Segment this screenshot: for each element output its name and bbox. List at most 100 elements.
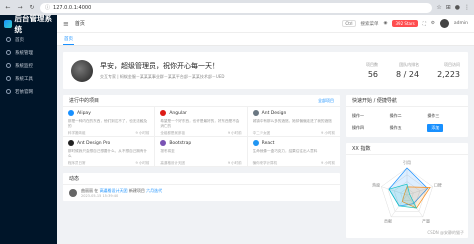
activity-body: 曲丽丽 在 高逼格设计天团 新建项目 六月迭代 2023-05-15 15:39… bbox=[81, 188, 162, 198]
menu-toggle-icon[interactable]: ≡ bbox=[63, 20, 69, 28]
url-text: 127.0.0.1:4000 bbox=[53, 4, 92, 11]
project-name[interactable]: Ant Design Pro bbox=[77, 141, 110, 146]
sidebar-item-website[interactable]: 若依官网 bbox=[0, 85, 57, 98]
radar-axis-label: 热度 bbox=[372, 181, 380, 187]
username[interactable]: admin bbox=[454, 21, 468, 26]
quick-link[interactable]: 操作二 bbox=[390, 112, 425, 120]
watermark: CSDN @安静的猫子 bbox=[427, 230, 464, 235]
quick-link[interactable]: 操作四 bbox=[352, 124, 387, 132]
project-name[interactable]: Alipay bbox=[77, 111, 91, 116]
forward-icon[interactable]: → bbox=[16, 4, 24, 12]
project-team[interactable]: 全组都是吴彦祖 bbox=[160, 131, 185, 136]
project-team[interactable]: 高逼格设计天团 bbox=[160, 161, 185, 166]
all-projects-link[interactable]: 全部项目 bbox=[318, 98, 334, 104]
radar-axis-label: 引用 bbox=[403, 159, 411, 165]
sidebar-item-monitor[interactable]: 系统监控 bbox=[0, 59, 57, 72]
app: 后台管理系统 首页 系统管理 系统监控 系统工具 若依官网 ≡ 首页 Ctrl … bbox=[0, 14, 474, 244]
shortcut-key: Ctrl bbox=[342, 20, 356, 27]
project-header: Ant Design Pro bbox=[68, 140, 149, 146]
quick-nav-list: 操作一 操作二 操作三 操作四 操作五 添加 bbox=[346, 107, 468, 137]
projects-title: 进行中的项目 bbox=[69, 98, 100, 104]
avatar[interactable] bbox=[439, 19, 449, 28]
project-team[interactable]: 科学搬砖组 bbox=[68, 131, 86, 136]
activity-header: 动态 bbox=[63, 173, 340, 185]
project-name[interactable]: React bbox=[262, 141, 275, 146]
project-icon bbox=[252, 110, 259, 116]
sidebar-logo[interactable]: 后台管理系统 bbox=[0, 14, 57, 34]
project-team[interactable]: 中二少女团 bbox=[253, 131, 271, 136]
stat-label: 项目数 bbox=[366, 62, 379, 67]
add-quick-link-button[interactable]: 添加 bbox=[427, 124, 444, 132]
project-team[interactable]: 程序员日常 bbox=[68, 161, 86, 166]
stat-value: 8 / 24 bbox=[396, 70, 420, 79]
welcome-card: 早安，超级管理员，祝你开心每一天！ 交互专家 | 蚂蚁金服－某某某事业群－某某平… bbox=[63, 52, 468, 89]
project-footer: 高逼格设计天团 9 小时前 bbox=[160, 161, 241, 166]
project-time: 9 小时前 bbox=[321, 161, 335, 165]
sidebar-item-tools[interactable]: 系统工具 bbox=[0, 72, 57, 85]
breadcrumb-home[interactable]: 首页 bbox=[75, 20, 85, 27]
back-icon[interactable]: ← bbox=[4, 4, 12, 12]
project-card[interactable]: React 生命就像一盒巧克力，结果往往出人意料 骗你来学计算机 9 小时前 bbox=[247, 137, 340, 167]
right-column: 快速开始 / 便捷导航 操作一 操作二 操作三 操作四 操作五 添加 XX 指数… bbox=[346, 95, 468, 238]
activity-group[interactable]: 高逼格设计天团 bbox=[100, 188, 128, 193]
browser-bar: ← → ↻ ⓘ 127.0.0.1:4000 ☆ ⊞ ● ⋮ bbox=[0, 0, 474, 15]
project-header: Bootstrap bbox=[160, 140, 241, 146]
stars-badge[interactable]: 392 Stars bbox=[392, 20, 418, 27]
github-icon[interactable]: ◉ bbox=[384, 21, 388, 26]
sidebar: 后台管理系统 首页 系统管理 系统监控 系统工具 若依官网 bbox=[0, 14, 57, 244]
home-icon bbox=[6, 37, 11, 42]
greeting-title: 早安，超级管理员，祝你开心每一天！ bbox=[100, 62, 219, 70]
project-name[interactable]: Ant Design bbox=[262, 111, 287, 116]
sidebar-item-label: 系统监控 bbox=[15, 63, 33, 69]
stat-label: 团队内排名 bbox=[399, 62, 420, 67]
project-icon bbox=[160, 140, 167, 146]
project-footer: 骗你来学计算机 9 小时前 bbox=[253, 161, 335, 166]
breadcrumb: 首页 bbox=[75, 20, 85, 27]
reload-icon[interactable]: ↻ bbox=[28, 4, 36, 12]
projects-card: 进行中的项目 全部项目 Alipay 那是一种内在的东西，他们到达不了，也无法触及… bbox=[63, 95, 340, 167]
address-bar[interactable]: ⓘ 127.0.0.1:4000 bbox=[40, 2, 433, 13]
settings-icon[interactable]: ⚙ bbox=[431, 21, 435, 26]
project-card[interactable]: Angular 希望是一个好东西，也许是最好的，好东西是不会消亡的 全组都是吴彦祖 9… bbox=[155, 107, 248, 137]
tab-home[interactable]: 首页 bbox=[63, 34, 74, 45]
project-icon bbox=[68, 140, 74, 146]
project-header: Ant Design bbox=[252, 110, 335, 116]
activity-time: 2023-05-15 15:39:40 bbox=[81, 194, 119, 198]
sidebar-item-label: 系统管理 bbox=[15, 50, 33, 56]
profile-icon[interactable]: ● bbox=[455, 4, 460, 11]
project-icon bbox=[160, 110, 167, 116]
menu-icon[interactable]: ⋮ bbox=[464, 4, 470, 11]
extensions-icon[interactable]: ⊞ bbox=[446, 4, 451, 11]
project-team[interactable]: 骗你来学计算机 bbox=[253, 161, 278, 166]
project-card[interactable]: Alipay 那是一种内在的东西，他们到达不了，也无法触及的 科学搬砖组 9 小时前 bbox=[63, 107, 156, 137]
project-name[interactable]: Bootstrap bbox=[169, 141, 191, 146]
quick-link[interactable]: 操作三 bbox=[427, 112, 462, 120]
project-icon bbox=[252, 140, 259, 146]
search-menu[interactable]: 搜索菜单 bbox=[361, 21, 379, 27]
gear-icon bbox=[6, 50, 11, 55]
fullscreen-icon[interactable]: ⛶ bbox=[423, 21, 426, 27]
stat-value: 56 bbox=[367, 70, 379, 79]
project-time: 9 小时前 bbox=[135, 131, 150, 135]
activity-target[interactable]: 六月迭代 bbox=[146, 188, 162, 193]
star-icon[interactable]: ☆ bbox=[436, 4, 441, 11]
project-grid: Alipay 那是一种内在的东西，他们到达不了，也无法触及的 科学搬砖组 9 小时前 A… bbox=[63, 107, 340, 167]
project-desc: 那时候我只会想自己想要什么，从不想自己拥有什么 bbox=[68, 149, 148, 158]
activity-verb: 新建项目 bbox=[128, 188, 145, 193]
activity-avatar bbox=[69, 189, 77, 197]
user-avatar bbox=[71, 59, 93, 82]
sidebar-item-label: 系统工具 bbox=[15, 76, 33, 82]
monitor-icon bbox=[6, 63, 11, 68]
projects-header: 进行中的项目 全部项目 bbox=[63, 95, 340, 107]
sidebar-item-label: 若依官网 bbox=[15, 89, 33, 95]
quick-link[interactable]: 操作一 bbox=[352, 112, 387, 120]
project-header: Alipay bbox=[68, 110, 149, 116]
sidebar-item-system[interactable]: 系统管理 bbox=[0, 46, 57, 59]
project-footer: 中二少女团 9 小时前 bbox=[253, 131, 335, 136]
quick-link[interactable]: 操作五 bbox=[390, 124, 425, 132]
project-card[interactable]: Bootstrap 凛冬将至 高逼格设计天团 9 小时前 bbox=[155, 137, 248, 167]
project-card[interactable]: Ant Design 城镇中有那么多的酒馆，她却偏偏走进了我的酒馆 中二少女团 9 小… bbox=[247, 107, 340, 137]
activity-user: 曲丽丽 bbox=[81, 188, 93, 193]
project-name[interactable]: Angular bbox=[169, 111, 187, 116]
project-card[interactable]: Ant Design Pro 那时候我只会想自己想要什么，从不想自己拥有什么程序员… bbox=[63, 137, 156, 167]
